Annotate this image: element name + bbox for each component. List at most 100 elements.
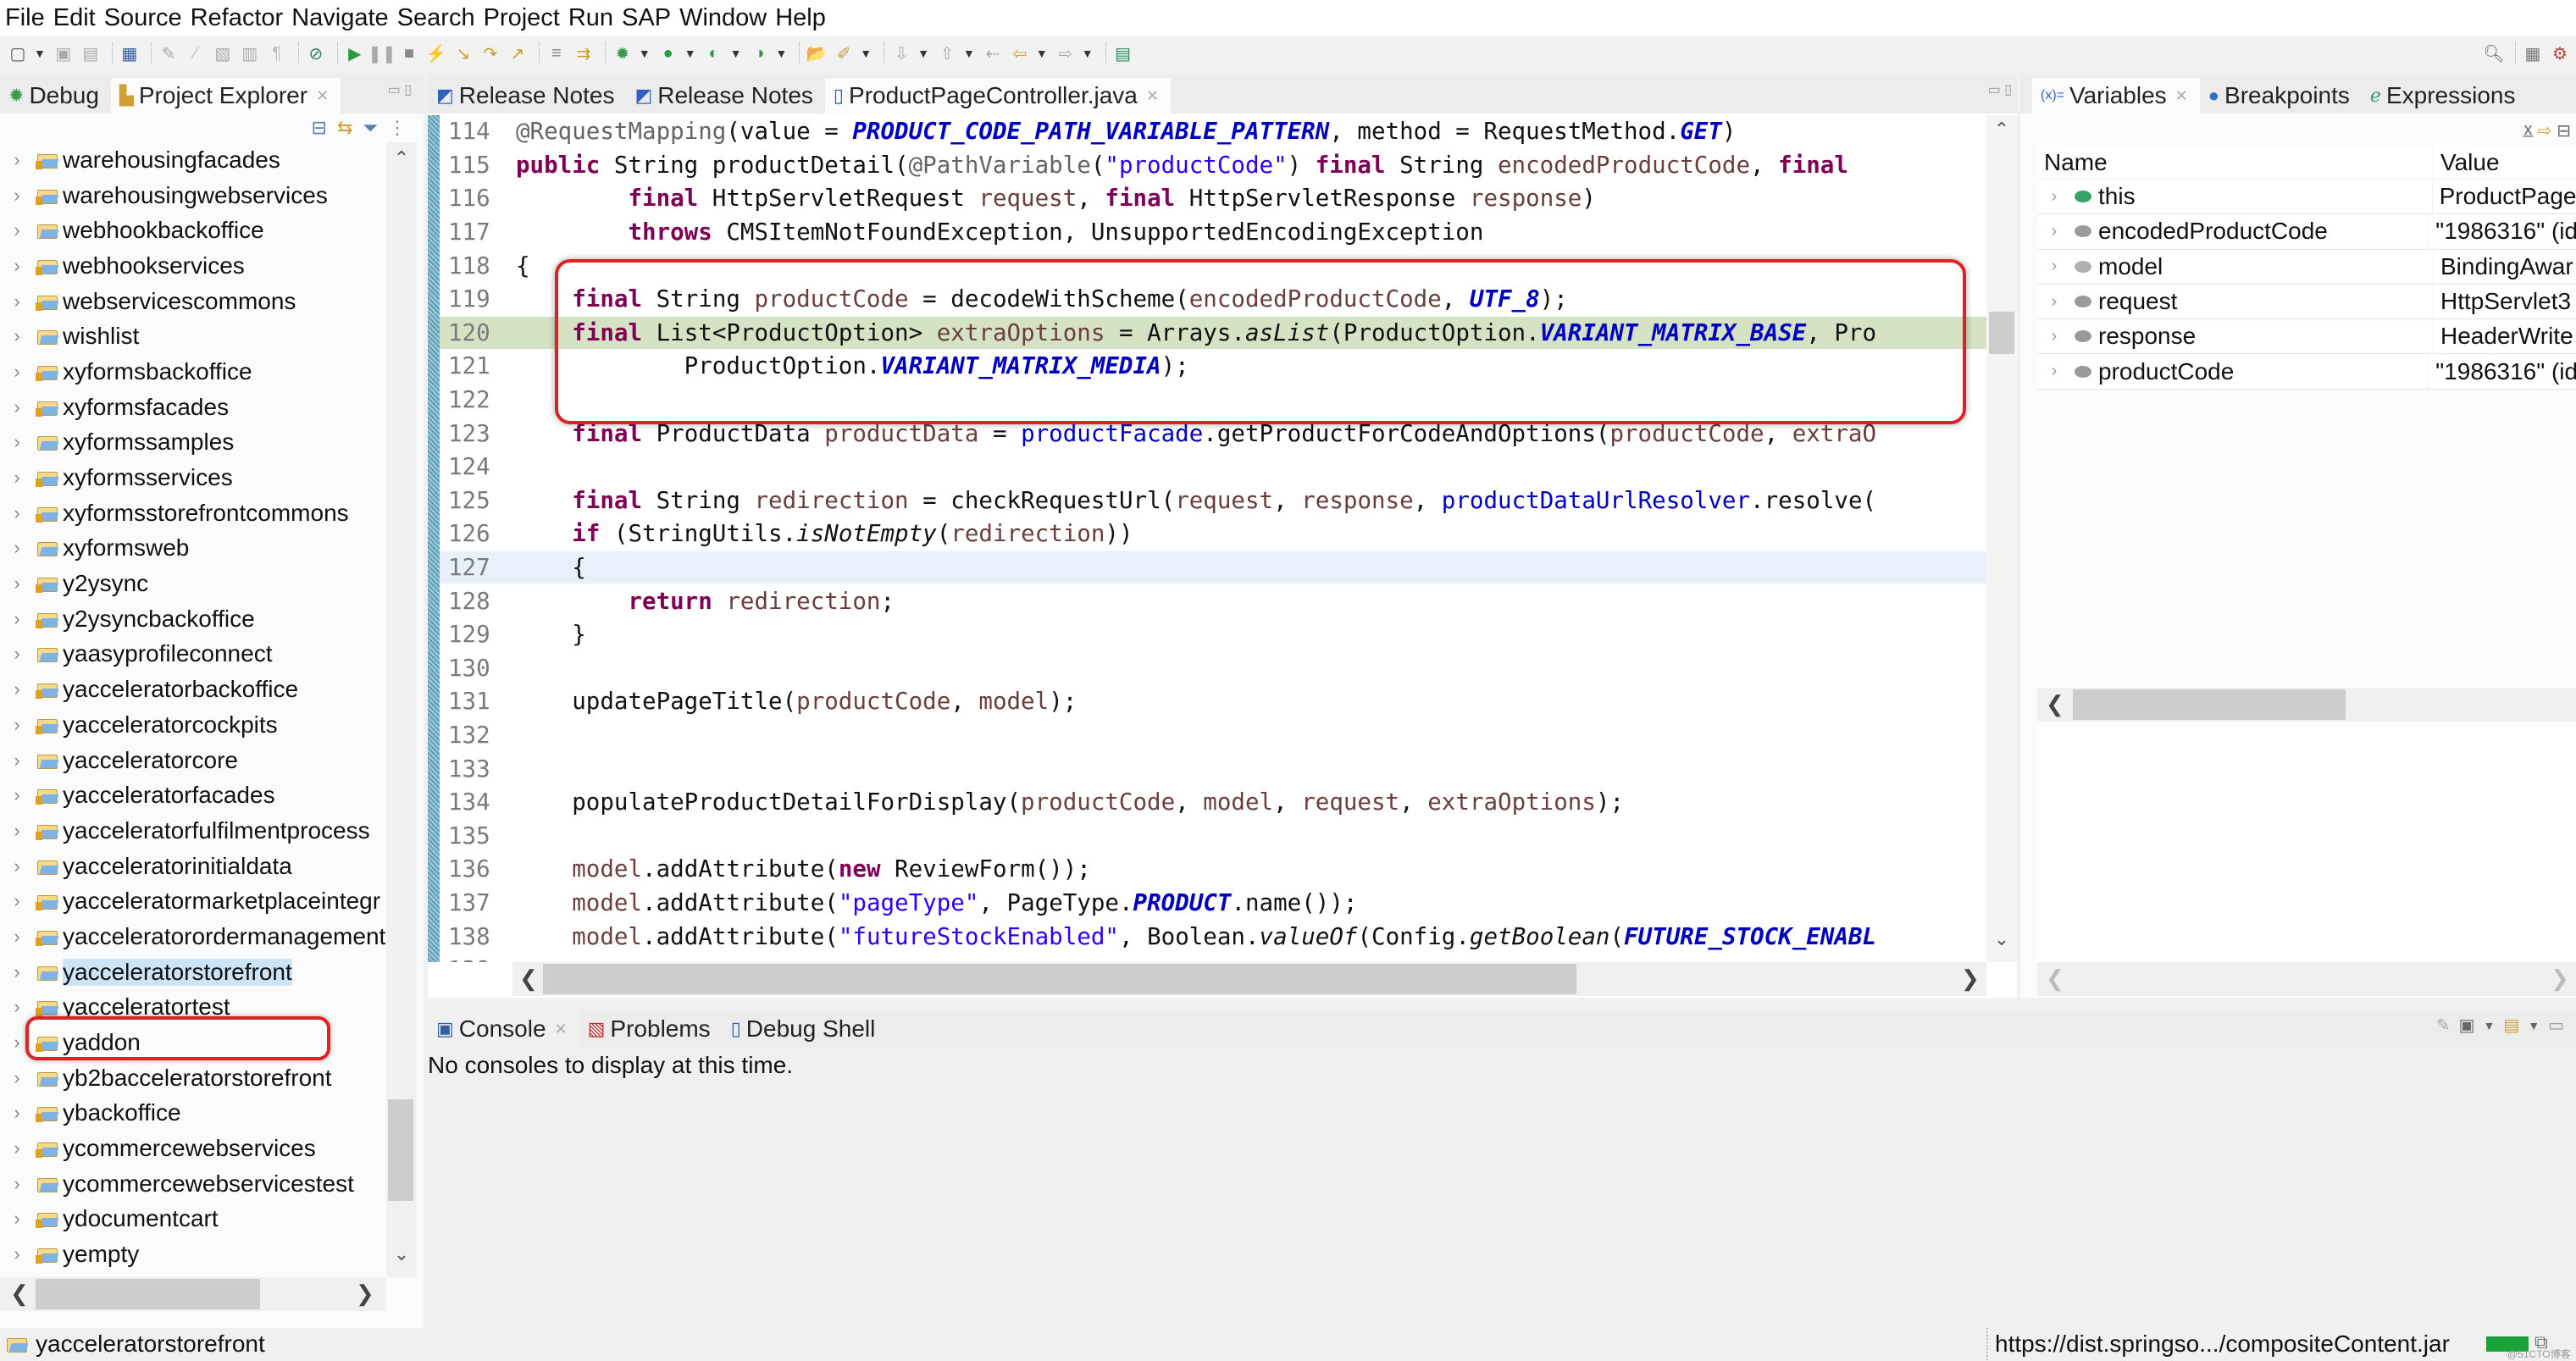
variable-row[interactable]: › request HttpServlet3 bbox=[2037, 284, 2576, 320]
tab-console[interactable]: ▣ Console ✕ bbox=[428, 1011, 579, 1047]
line-number[interactable]: 133 bbox=[440, 755, 516, 783]
code-line[interactable]: 130 bbox=[440, 652, 1986, 685]
code-line[interactable]: 122 bbox=[440, 384, 1986, 417]
minimize-maximize-icons[interactable]: ▭ ▯ bbox=[388, 81, 412, 98]
line-number[interactable]: 116 bbox=[440, 185, 516, 212]
code-line[interactable]: 123 final ProductData productData = prod… bbox=[440, 417, 1986, 450]
expand-chevron-icon[interactable]: › bbox=[0, 608, 34, 630]
line-number[interactable]: 118 bbox=[440, 252, 516, 279]
tab-project-explorer[interactable]: ▙ Project Explorer ✕ bbox=[110, 78, 341, 113]
variable-detail-pane[interactable] bbox=[2037, 727, 2576, 964]
scroll-down-icon[interactable]: ⌄ bbox=[386, 1243, 417, 1265]
expand-chevron-icon[interactable]: › bbox=[0, 855, 34, 877]
tree-item[interactable]: › yacceleratorfacades bbox=[0, 777, 386, 813]
tab-debug[interactable]: ✹ Debug bbox=[0, 78, 111, 113]
prev-annotation-dropdown[interactable]: ▼ bbox=[963, 47, 975, 60]
tree-item[interactable]: › ybackoffice bbox=[0, 1096, 386, 1131]
editor-horizontal-scrollbar[interactable]: ❮ ❯ bbox=[512, 962, 1986, 996]
expand-chevron-icon[interactable]: › bbox=[2037, 257, 2071, 276]
menu-help[interactable]: Help bbox=[775, 4, 826, 32]
minimize-maximize-icons[interactable]: ▭ ▯ bbox=[1988, 81, 2012, 98]
tree-item[interactable]: › yacceleratorstorefront bbox=[0, 954, 386, 990]
tree-item[interactable]: › yacceleratorcore bbox=[0, 743, 386, 778]
pin-icon[interactable]: ✎ bbox=[158, 42, 180, 64]
variable-row[interactable]: › this ProductPage bbox=[2037, 180, 2576, 215]
tree-item[interactable]: › wishlist bbox=[0, 318, 386, 354]
tree-item[interactable]: › yempty bbox=[0, 1237, 386, 1272]
code-line[interactable]: 121 ProductOption.VARIANT_MATRIX_MEDIA); bbox=[440, 350, 1986, 383]
suspend-icon[interactable]: ❚❚ bbox=[368, 42, 396, 64]
line-number[interactable]: 137 bbox=[440, 889, 516, 916]
step-over-icon[interactable]: ↷ bbox=[479, 42, 501, 64]
expand-chevron-icon[interactable]: › bbox=[0, 537, 34, 559]
scroll-thumb[interactable] bbox=[388, 1099, 413, 1201]
tree-item[interactable]: › warehousingfacades bbox=[0, 142, 386, 178]
scroll-left-icon[interactable]: ❮ bbox=[2046, 691, 2064, 717]
scroll-thumb[interactable] bbox=[1989, 312, 2014, 354]
view-menu-icon[interactable]: ⋮ bbox=[388, 117, 407, 139]
expand-chevron-icon[interactable]: › bbox=[0, 643, 34, 665]
line-number[interactable]: 130 bbox=[440, 655, 516, 682]
scroll-up-icon[interactable]: ⌃ bbox=[386, 147, 417, 169]
scroll-thumb[interactable] bbox=[543, 964, 1576, 994]
tree-item[interactable]: › yacceleratorbackoffice bbox=[0, 672, 386, 707]
open-console-icon[interactable]: ▤ bbox=[2503, 1015, 2519, 1036]
line-number[interactable]: 138 bbox=[440, 923, 516, 950]
collapse-all-icon[interactable]: ⊟ bbox=[2557, 120, 2571, 141]
last-edit-icon[interactable]: ⇠ bbox=[982, 42, 1004, 64]
expand-chevron-icon[interactable]: › bbox=[0, 325, 34, 347]
forward-icon[interactable]: ⇨ bbox=[1055, 42, 1077, 64]
expand-chevron-icon[interactable]: › bbox=[0, 926, 34, 948]
code-line[interactable]: 118{ bbox=[440, 249, 1986, 282]
tree-item[interactable]: › yacceleratorordermanagement bbox=[0, 919, 386, 954]
tab-problems[interactable]: ▧ Problems bbox=[579, 1011, 723, 1047]
code-line[interactable]: 128 return redirection; bbox=[440, 584, 1986, 617]
expand-chevron-icon[interactable]: › bbox=[0, 1137, 34, 1159]
explorer-vertical-scrollbar[interactable]: ⌃ ⌄ bbox=[386, 142, 417, 1277]
scroll-right-icon[interactable]: ❯ bbox=[1961, 965, 1980, 992]
tree-item[interactable]: › yacceleratortest bbox=[0, 990, 386, 1026]
tree-item[interactable]: › ycommercewebservices bbox=[0, 1131, 386, 1166]
tree-item[interactable]: › yb2bacceleratorstorefront bbox=[0, 1060, 386, 1096]
scroll-down-icon[interactable]: ⌄ bbox=[1986, 928, 2017, 950]
tree-item[interactable]: › xyformsbackoffice bbox=[0, 354, 386, 390]
tree-item[interactable]: › xyformssamples bbox=[0, 425, 386, 461]
code-line[interactable]: 116 final HttpServletRequest request, fi… bbox=[440, 182, 1986, 215]
next-annotation-icon[interactable]: ⇩ bbox=[890, 42, 912, 64]
scroll-thumb[interactable] bbox=[2073, 689, 2346, 720]
expand-chevron-icon[interactable]: › bbox=[0, 431, 34, 453]
show-logical-structure-icon[interactable]: ⇨ bbox=[2537, 120, 2551, 141]
variable-row[interactable]: › productCode "1986316" (id bbox=[2037, 354, 2576, 390]
pin-console-icon[interactable]: ✎ bbox=[2436, 1015, 2451, 1036]
menu-source[interactable]: Source bbox=[104, 4, 182, 32]
close-icon[interactable]: ✕ bbox=[2175, 87, 2188, 105]
resume-icon[interactable]: ▶ bbox=[344, 42, 366, 64]
line-number[interactable]: 132 bbox=[440, 722, 516, 749]
tree-item[interactable]: › yacceleratorcockpits bbox=[0, 707, 386, 743]
block-icon[interactable]: ▥ bbox=[239, 42, 261, 64]
forward-dropdown[interactable]: ▼ bbox=[1082, 47, 1094, 60]
collapse-all-icon[interactable]: ⊟ bbox=[312, 117, 327, 139]
skip-breakpoints-icon[interactable]: ⊘ bbox=[305, 42, 327, 64]
line-number[interactable]: 128 bbox=[440, 588, 516, 615]
line-number[interactable]: 129 bbox=[440, 621, 516, 648]
menu-search[interactable]: Search bbox=[397, 4, 475, 32]
expand-chevron-icon[interactable]: › bbox=[0, 573, 34, 595]
expand-chevron-icon[interactable]: › bbox=[0, 996, 34, 1018]
line-number[interactable]: 125 bbox=[440, 487, 516, 514]
close-icon[interactable]: ✕ bbox=[316, 87, 329, 105]
prev-annotation-icon[interactable]: ⇧ bbox=[936, 42, 958, 64]
expand-chevron-icon[interactable]: › bbox=[0, 149, 34, 171]
tree-item[interactable]: › yacceleratormarketplaceintegr bbox=[0, 883, 386, 919]
code-line[interactable]: 132 bbox=[440, 719, 1986, 752]
code-line[interactable]: 125 final String redirection = checkRequ… bbox=[440, 484, 1986, 517]
filter-icon[interactable]: ⏷ bbox=[363, 117, 378, 139]
expand-chevron-icon[interactable]: › bbox=[0, 290, 34, 313]
line-number[interactable]: 124 bbox=[440, 453, 516, 480]
expand-chevron-icon[interactable]: › bbox=[0, 361, 34, 383]
line-number[interactable]: 119 bbox=[440, 285, 516, 313]
line-number[interactable]: 114 bbox=[440, 118, 516, 145]
external-tools-dropdown[interactable]: ▼ bbox=[775, 47, 787, 60]
tree-item[interactable]: › webservicescommons bbox=[0, 284, 386, 319]
tab-expressions[interactable]: ℯ Expressions bbox=[2362, 78, 2528, 113]
